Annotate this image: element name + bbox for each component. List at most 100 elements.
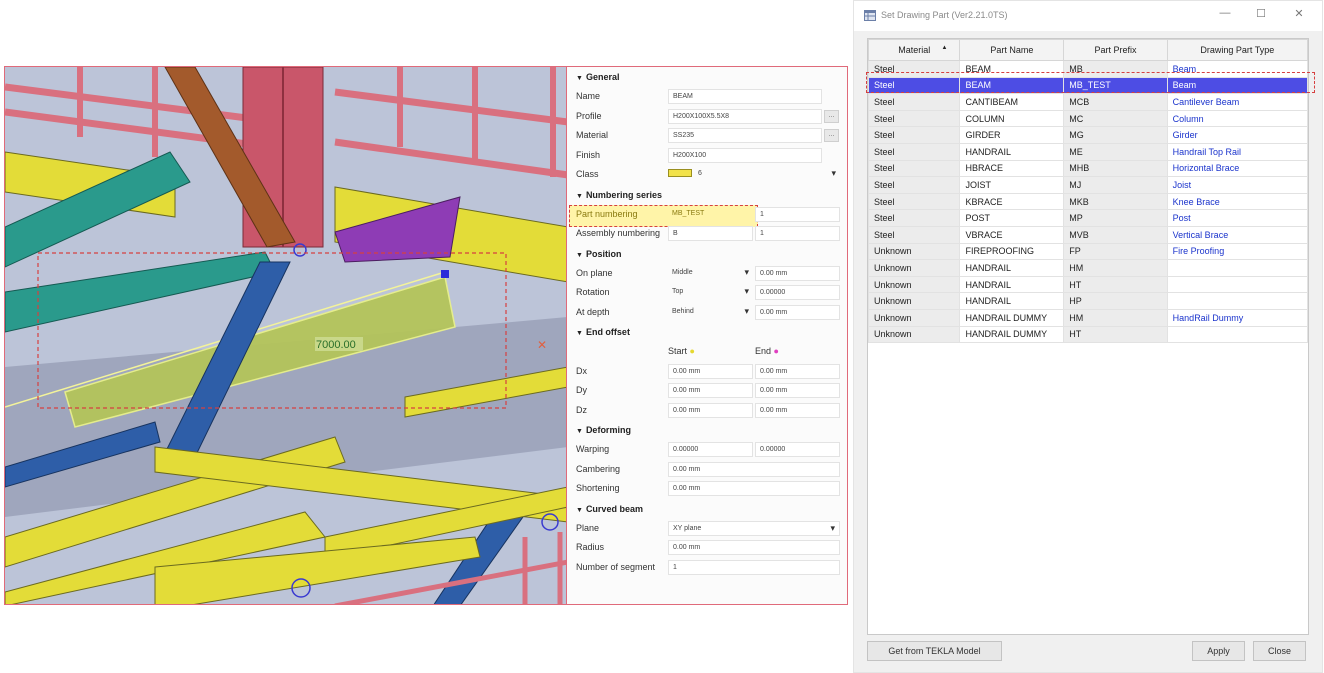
apply-button[interactable]: Apply xyxy=(1192,641,1245,661)
on-plane-offset-field[interactable]: 0.00 mm xyxy=(755,265,840,281)
cell-drawing-part-type[interactable]: Cantilever Beam xyxy=(1166,93,1308,111)
table-row[interactable]: Unknown FIREPROOFING FP Fire Proofing xyxy=(868,242,1308,261)
dy-start-field[interactable]: 0.00 mm xyxy=(668,383,753,398)
cell-material[interactable]: Steel xyxy=(868,93,961,111)
cell-part-name[interactable]: HBRACE xyxy=(959,159,1065,178)
section-general[interactable]: ▼ General xyxy=(567,67,847,87)
cell-part-name[interactable]: GIRDER xyxy=(959,126,1065,144)
cell-material[interactable]: Unknown xyxy=(868,292,961,310)
finish-field[interactable]: H200X100 xyxy=(668,147,822,163)
cell-part-name[interactable]: BEAM xyxy=(959,76,1065,95)
cell-part-name[interactable]: BEAM xyxy=(959,60,1065,78)
column-header-part-prefix[interactable]: Part Prefix xyxy=(1063,39,1168,61)
cell-drawing-part-type[interactable]: Beam xyxy=(1166,60,1308,78)
assembly-prefix-field[interactable]: B xyxy=(668,226,753,241)
dz-start-field[interactable]: 0.00 mm xyxy=(668,402,753,418)
cell-part-prefix[interactable]: HM xyxy=(1063,259,1168,277)
cell-part-prefix[interactable]: HP xyxy=(1063,292,1168,310)
at-depth-offset-field[interactable]: 0.00 mm xyxy=(755,304,840,320)
column-header-part-name[interactable]: Part Name xyxy=(959,39,1065,61)
on-plane-dropdown[interactable]: Middle xyxy=(668,266,753,281)
assembly-start-field[interactable]: 1 xyxy=(755,226,840,241)
class-dropdown[interactable]: 6 xyxy=(668,167,840,182)
cell-part-prefix[interactable]: MP xyxy=(1063,209,1168,227)
cell-material[interactable]: Unknown xyxy=(868,242,961,261)
dx-start-field[interactable]: 0.00 mm xyxy=(668,363,753,379)
cell-part-prefix[interactable]: HM xyxy=(1063,308,1168,327)
cell-part-name[interactable]: FIREPROOFING xyxy=(959,242,1065,261)
cell-part-name[interactable]: JOIST xyxy=(959,176,1065,194)
cell-material[interactable]: Unknown xyxy=(868,325,961,344)
table-row[interactable]: Steel VBRACE MVB Vertical Brace xyxy=(868,225,1308,244)
at-depth-dropdown[interactable]: Behind xyxy=(668,305,753,320)
cell-part-prefix[interactable]: MJ xyxy=(1063,176,1168,194)
material-browse-button[interactable]: ... xyxy=(824,129,839,142)
table-row[interactable]: Steel JOIST MJ Joist xyxy=(868,176,1308,194)
table-row[interactable]: Unknown HANDRAIL DUMMY HM HandRail Dummy xyxy=(868,308,1308,327)
cell-part-prefix[interactable]: MHB xyxy=(1063,159,1168,178)
cell-part-name[interactable]: HANDRAIL xyxy=(959,142,1065,161)
table-row[interactable]: Unknown HANDRAIL HP xyxy=(868,292,1308,310)
cell-part-prefix[interactable]: MG xyxy=(1063,126,1168,144)
profile-field[interactable]: H200X100X5.5X8 xyxy=(668,108,822,124)
cell-drawing-part-type[interactable]: Beam xyxy=(1166,76,1308,95)
table-row[interactable]: Steel GIRDER MG Girder xyxy=(868,126,1308,144)
rotation-dropdown[interactable]: Top xyxy=(668,285,753,300)
cell-drawing-part-type[interactable] xyxy=(1166,325,1308,344)
cell-part-name[interactable]: HANDRAIL xyxy=(959,292,1065,310)
table-row[interactable]: Steel CANTIBEAM MCB Cantilever Beam xyxy=(868,93,1308,111)
part-start-field[interactable]: 1 xyxy=(755,206,840,222)
plane-dropdown[interactable]: XY plane xyxy=(668,520,840,536)
cell-material[interactable]: Steel xyxy=(868,126,961,144)
cell-material[interactable]: Steel xyxy=(868,142,961,161)
cell-drawing-part-type[interactable]: Fire Proofing xyxy=(1166,242,1308,261)
title-bar[interactable]: Set Drawing Part (Ver2.21.0TS) — ☐ ✕ xyxy=(854,1,1322,31)
cell-part-name[interactable]: HANDRAIL xyxy=(959,275,1065,294)
model-3d-view[interactable]: 7000.00 ✕ xyxy=(5,67,567,605)
radius-field[interactable]: 0.00 mm xyxy=(668,540,840,555)
cell-part-name[interactable]: CANTIBEAM xyxy=(959,93,1065,111)
cell-part-prefix[interactable]: MKB xyxy=(1063,192,1168,211)
section-numbering[interactable]: ▼ Numbering series xyxy=(567,185,847,205)
table-row[interactable]: Steel HANDRAIL ME Handrail Top Rail xyxy=(868,142,1308,161)
maximize-button[interactable]: ☐ xyxy=(1253,7,1269,20)
cell-drawing-part-type[interactable] xyxy=(1166,259,1308,277)
table-row[interactable]: Steel COLUMN MC Column xyxy=(868,109,1308,128)
cell-drawing-part-type[interactable]: Horizontal Brace xyxy=(1166,159,1308,178)
table-row[interactable]: Unknown HANDRAIL HT xyxy=(868,275,1308,294)
part-table-grid[interactable]: Material ▲ Part Name Part Prefix Drawing … xyxy=(867,38,1309,635)
profile-browse-button[interactable]: ... xyxy=(824,109,839,123)
rotation-offset-field[interactable]: 0.00000 xyxy=(755,285,840,300)
cell-part-name[interactable]: HANDRAIL DUMMY xyxy=(959,308,1065,327)
cell-material[interactable]: Unknown xyxy=(868,308,961,327)
cell-material[interactable]: Steel xyxy=(868,159,961,178)
cell-part-name[interactable]: POST xyxy=(959,209,1065,227)
cell-material[interactable]: Steel xyxy=(868,176,961,194)
section-curved-beam[interactable]: ▼ Curved beam xyxy=(567,499,847,519)
dy-end-field[interactable]: 0.00 mm xyxy=(755,383,840,398)
get-from-tekla-button[interactable]: Get from TEKLA Model xyxy=(867,641,1002,661)
cell-drawing-part-type[interactable] xyxy=(1166,275,1308,294)
table-row[interactable]: Unknown HANDRAIL HM xyxy=(868,259,1308,277)
cell-material[interactable]: Steel xyxy=(868,109,961,128)
cell-part-name[interactable]: COLUMN xyxy=(959,109,1065,128)
column-header-drawing-part-type[interactable]: Drawing Part Type xyxy=(1166,39,1308,61)
cell-part-prefix[interactable]: ME xyxy=(1063,142,1168,161)
cell-drawing-part-type[interactable]: Post xyxy=(1166,209,1308,227)
shortening-field[interactable]: 0.00 mm xyxy=(668,481,840,496)
close-window-button[interactable]: ✕ xyxy=(1291,7,1307,20)
table-row[interactable]: Steel HBRACE MHB Horizontal Brace xyxy=(868,159,1308,178)
name-field[interactable]: BEAM xyxy=(668,89,822,104)
cell-part-name[interactable]: VBRACE xyxy=(959,225,1065,244)
model-viewport[interactable]: 7000.00 ✕ xyxy=(4,66,567,605)
column-header-material[interactable]: Material ▲ xyxy=(868,39,961,61)
warping-end-field[interactable]: 0.00000 xyxy=(755,442,840,457)
cell-drawing-part-type[interactable]: HandRail Dummy xyxy=(1166,308,1308,327)
cell-material[interactable]: Unknown xyxy=(868,259,961,277)
dx-end-field[interactable]: 0.00 mm xyxy=(755,363,840,379)
cell-part-prefix[interactable]: MVB xyxy=(1063,225,1168,244)
dz-end-field[interactable]: 0.00 mm xyxy=(755,402,840,418)
cell-part-prefix[interactable]: HT xyxy=(1063,325,1168,344)
cell-drawing-part-type[interactable]: Joist xyxy=(1166,176,1308,194)
cell-part-prefix[interactable]: MB xyxy=(1063,60,1168,78)
